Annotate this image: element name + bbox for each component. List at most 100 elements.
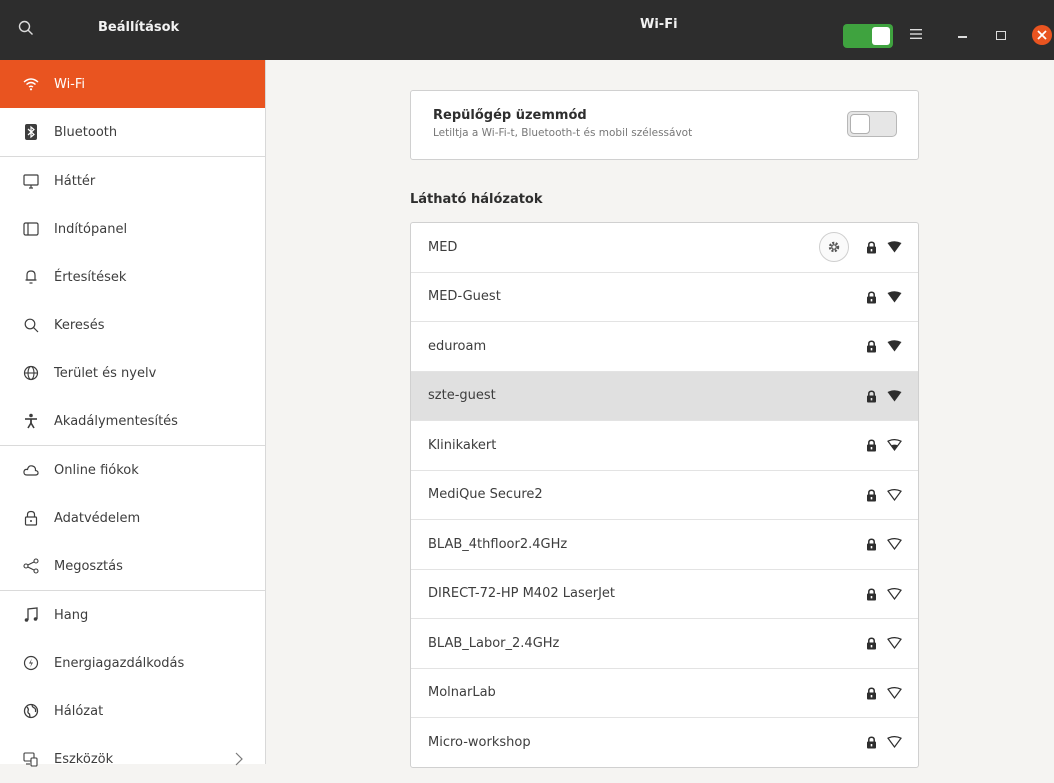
- bell-icon: [22, 268, 40, 286]
- sidebar-item-label: Hang: [54, 607, 89, 623]
- search-icon[interactable]: [18, 20, 38, 40]
- share-icon: [22, 557, 40, 575]
- sidebar-item-background[interactable]: Háttér: [0, 157, 265, 205]
- network-name: eduroam: [428, 338, 487, 354]
- network-name: MediQue Secure2: [428, 487, 543, 503]
- maximize-button[interactable]: [996, 31, 1006, 40]
- wifi-signal-strong-icon: [887, 340, 902, 356]
- menu-icon[interactable]: [910, 28, 922, 39]
- sidebar-item-label: Eszközök: [54, 751, 114, 767]
- lock-icon: [866, 686, 877, 704]
- lock-icon: [866, 488, 877, 506]
- sidebar-item-label: Wi-Fi: [54, 76, 86, 92]
- sidebar: Wi-Fi Bluetooth Háttér Indítópanel Értes…: [0, 60, 266, 767]
- wifi-toggle-knob: [872, 27, 890, 45]
- sidebar-item-bluetooth[interactable]: Bluetooth: [0, 108, 265, 157]
- sidebar-item-dock[interactable]: Indítópanel: [0, 205, 265, 253]
- airplane-toggle-knob: [850, 114, 870, 134]
- sidebar-item-notifications[interactable]: Értesítések: [0, 253, 265, 301]
- network-row-blab-labor[interactable]: BLAB_Labor_2.4GHz: [411, 619, 918, 669]
- power-icon: [22, 654, 40, 672]
- visible-networks-heading: Látható hálózatok: [410, 192, 543, 207]
- network-name: Klinikakert: [428, 437, 497, 453]
- network-icon: [22, 702, 40, 720]
- chevron-right-icon: [235, 752, 243, 770]
- wifi-toggle[interactable]: [843, 24, 893, 48]
- network-name: MED-Guest: [428, 289, 501, 305]
- close-icon: [1037, 30, 1047, 40]
- sidebar-title: Beállítások: [98, 20, 180, 35]
- sidebar-item-sharing[interactable]: Megosztás: [0, 542, 265, 591]
- header-bar: Beállítások Wi-Fi: [0, 0, 1054, 60]
- network-list: MED MED-Guest eduroam szte-guest Klinika…: [410, 222, 919, 768]
- network-name: szte-guest: [428, 388, 496, 404]
- wifi-signal-strong-icon: [887, 389, 902, 406]
- lock-icon: [866, 736, 877, 753]
- lock-icon: [866, 439, 877, 456]
- wifi-signal-weak-icon: [887, 587, 902, 604]
- sidebar-item-label: Megosztás: [54, 558, 123, 574]
- sidebar-item-label: Energiagazdálkodás: [54, 655, 185, 671]
- sidebar-item-label: Akadálymentesítés: [54, 413, 178, 429]
- wifi-signal-weak-icon: [887, 736, 902, 752]
- wifi-icon: [22, 75, 40, 93]
- wifi-signal-weak-icon: [887, 686, 902, 703]
- lock-icon: [866, 389, 877, 407]
- sidebar-item-power[interactable]: Energiagazdálkodás: [0, 639, 265, 687]
- sidebar-item-privacy[interactable]: Adatvédelem: [0, 494, 265, 542]
- wifi-signal-weak-icon: [887, 488, 902, 505]
- dock-icon: [22, 220, 40, 238]
- accessibility-icon: [22, 412, 40, 430]
- sidebar-item-region[interactable]: Terület és nyelv: [0, 349, 265, 397]
- close-button[interactable]: [1032, 25, 1052, 45]
- sidebar-item-label: Adatvédelem: [54, 510, 141, 526]
- network-row-molnarlab[interactable]: MolnarLab: [411, 669, 918, 718]
- network-row-blab-4thfloor[interactable]: BLAB_4thfloor2.4GHz: [411, 520, 918, 570]
- network-row-klinikakert[interactable]: Klinikakert: [411, 421, 918, 471]
- sidebar-item-online-accounts[interactable]: Online fiókok: [0, 446, 265, 494]
- lock-icon: [866, 637, 877, 654]
- network-row-szte-guest[interactable]: szte-guest: [411, 371, 918, 421]
- bluetooth-icon: [22, 123, 40, 141]
- sidebar-item-wifi[interactable]: Wi-Fi: [0, 60, 265, 108]
- sidebar-item-label: Terület és nyelv: [54, 365, 157, 381]
- sidebar-item-accessibility[interactable]: Akadálymentesítés: [0, 397, 265, 446]
- minimize-button[interactable]: [958, 36, 967, 38]
- network-name: DIRECT-72-HP M402 LaserJet: [428, 586, 616, 602]
- search-icon: [22, 316, 40, 334]
- wifi-signal-strong-icon: [887, 290, 902, 307]
- network-row-eduroam[interactable]: eduroam: [411, 322, 918, 372]
- airplane-mode-title: Repülőgép üzemmód: [433, 108, 587, 123]
- lock-icon: [866, 538, 877, 555]
- network-row-direct-hp[interactable]: DIRECT-72-HP M402 LaserJet: [411, 570, 918, 619]
- sidebar-item-sound[interactable]: Hang: [0, 591, 265, 639]
- lock-icon: [22, 509, 40, 527]
- wifi-signal-weak-icon: [887, 637, 902, 653]
- sidebar-item-label: Online fiókok: [54, 462, 139, 478]
- sidebar-header: Beállítások: [0, 0, 265, 60]
- sidebar-item-devices[interactable]: Eszközök: [0, 735, 265, 783]
- network-name: BLAB_4thfloor2.4GHz: [428, 536, 568, 552]
- sidebar-item-search[interactable]: Keresés: [0, 301, 265, 349]
- page-title: Wi-Fi: [640, 17, 678, 32]
- network-name: BLAB_Labor_2.4GHz: [428, 635, 560, 651]
- network-row-med-guest[interactable]: MED-Guest: [411, 273, 918, 322]
- airplane-mode-toggle[interactable]: [847, 111, 897, 137]
- sidebar-item-network[interactable]: Hálózat: [0, 687, 265, 735]
- network-settings-button[interactable]: [819, 232, 849, 262]
- cloud-icon: [22, 461, 40, 479]
- sidebar-item-label: Hálózat: [54, 703, 104, 719]
- network-row-micro-workshop[interactable]: Micro-workshop: [411, 718, 918, 767]
- network-name: MolnarLab: [428, 685, 496, 701]
- music-icon: [22, 606, 40, 624]
- network-row-med[interactable]: MED: [411, 223, 918, 273]
- gear-icon: [828, 241, 840, 253]
- airplane-mode-row: Repülőgép üzemmód Letiltja a Wi-Fi-t, Bl…: [410, 90, 919, 160]
- wifi-signal-weak-icon: [887, 538, 902, 554]
- wifi-signal-weak-icon: [887, 439, 902, 455]
- wifi-panel: Repülőgép üzemmód Letiltja a Wi-Fi-t, Bl…: [266, 60, 1054, 768]
- network-row-medique-secure2[interactable]: MediQue Secure2: [411, 471, 918, 520]
- sidebar-item-label: Keresés: [54, 317, 105, 333]
- wifi-signal-strong-icon: [887, 241, 902, 257]
- airplane-mode-subtitle: Letiltja a Wi-Fi-t, Bluetooth-t és mobil…: [433, 127, 693, 139]
